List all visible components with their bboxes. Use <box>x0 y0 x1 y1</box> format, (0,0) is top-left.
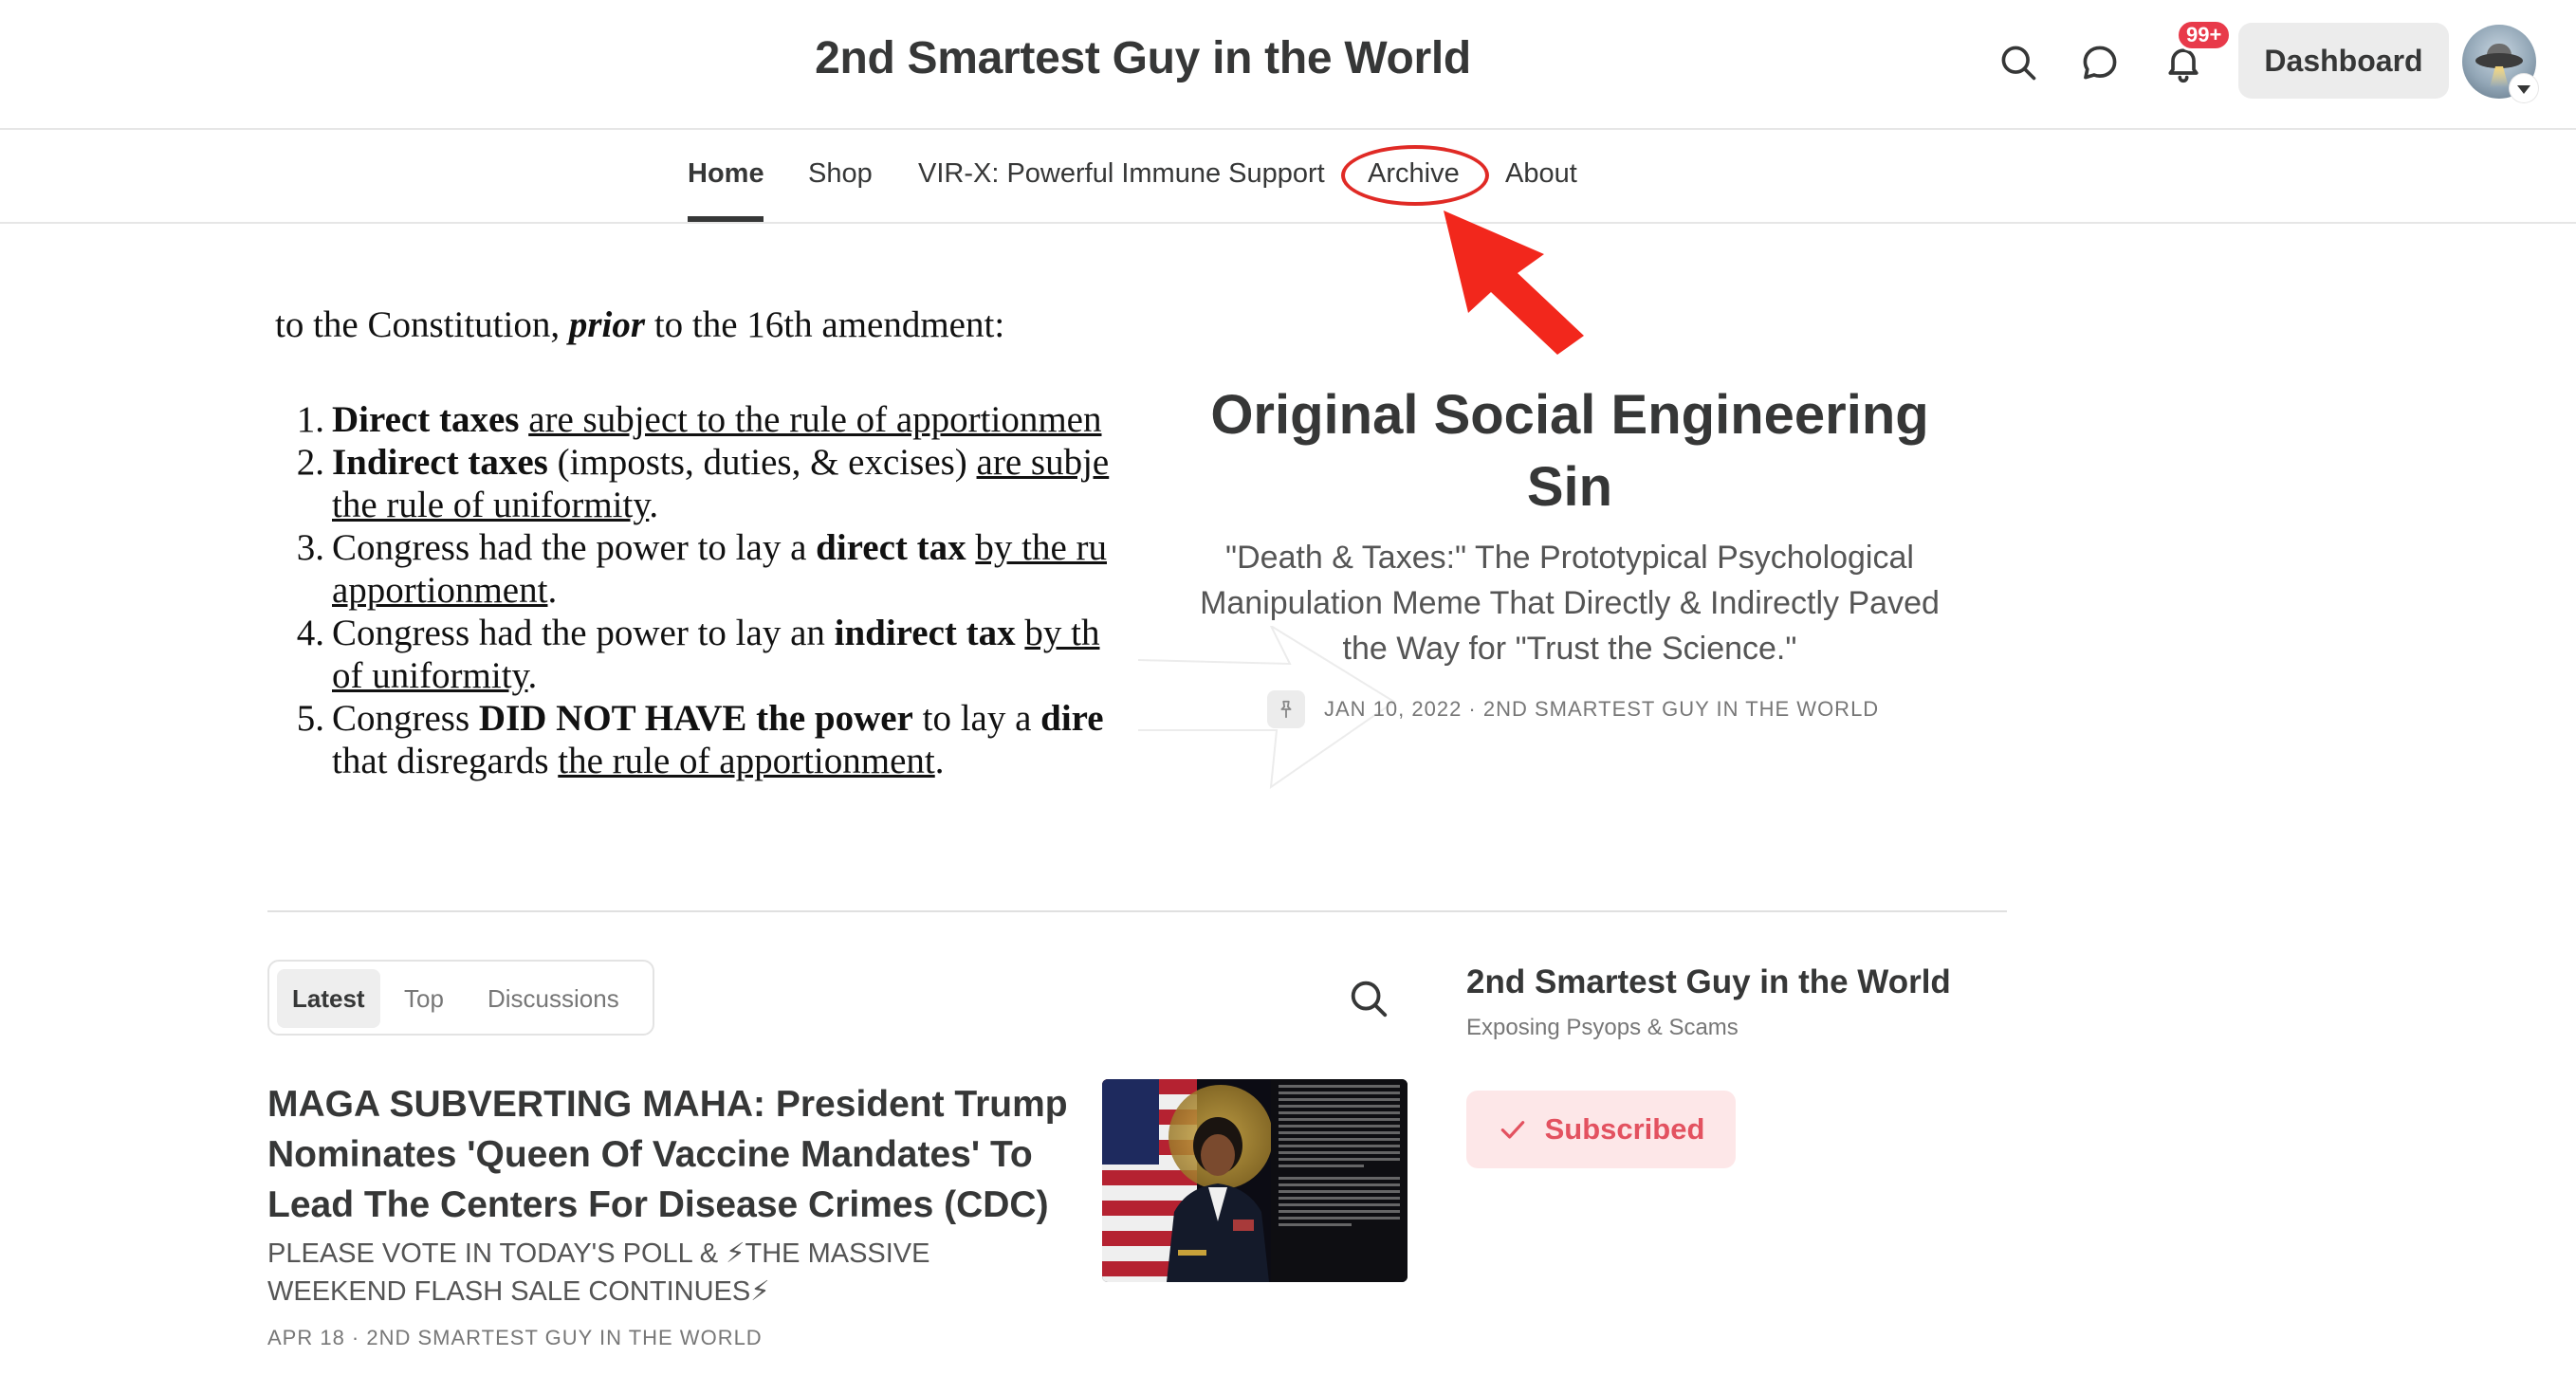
featured-image-item: 4. Congress had the power to lay an indir… <box>296 613 1100 696</box>
featured-post-meta: JAN 10, 2022 · 2ND SMARTEST GUY IN THE W… <box>1267 690 1879 728</box>
subscribed-label: Subscribed <box>1544 1112 1705 1146</box>
notification-badge: 99+ <box>2176 19 2233 51</box>
featured-image-list: 1. Direct taxes are subject to the rule o… <box>275 398 1157 782</box>
publication-nav: Home Shop VIR-X: Powerful Immune Support… <box>0 130 2576 224</box>
chat-bubble-icon[interactable] <box>2075 38 2125 87</box>
featured-image-item: 2. Indirect taxes (imposts, duties, & exc… <box>296 442 1110 525</box>
check-icon <box>1500 1121 1524 1139</box>
tab-discussions[interactable]: Discussions <box>488 969 619 1028</box>
post-subtitle: PLEASE VOTE IN TODAY'S POLL & ⚡THE MASSI… <box>267 1238 930 1307</box>
nav-shop[interactable]: Shop <box>808 158 873 190</box>
featured-image-item: 3. Congress had the power to lay a direct… <box>296 527 1107 611</box>
subscribed-button[interactable]: Subscribed <box>1466 1091 1736 1168</box>
tab-latest[interactable]: Latest <box>277 969 380 1028</box>
chevron-down-icon[interactable] <box>2510 74 2538 102</box>
featured-post-title[interactable]: Original Social Engineering Sin <box>1195 379 1944 523</box>
featured-image-item: 1. Direct taxes are subject to the rule o… <box>296 399 1102 440</box>
featured-post-subtitle: "Death & Taxes:" The Prototypical Psycho… <box>1200 540 1940 667</box>
active-tab-indicator <box>688 216 764 222</box>
search-icon[interactable] <box>1994 38 2043 87</box>
sidebar-tagline: Exposing Psyops & Scams <box>1466 1015 1739 1040</box>
dashboard-button[interactable]: Dashboard <box>2238 23 2449 99</box>
site-title[interactable]: 2nd Smartest Guy in the World <box>0 32 2286 84</box>
featured-post-date-author: JAN 10, 2022 · 2ND SMARTEST GUY IN THE W… <box>1324 697 1880 721</box>
pin-icon <box>1267 690 1305 728</box>
featured-image-item: 5. Congress DID NOT HAVE the power to lay… <box>296 698 1104 781</box>
search-posts-icon[interactable] <box>1347 977 1390 1020</box>
post-sort-tabs: Latest Top Discussions <box>267 960 654 1036</box>
thumbnail-text-panel <box>1271 1079 1408 1282</box>
post-thumbnail[interactable] <box>1102 1079 1408 1282</box>
post-title[interactable]: MAGA SUBVERTING MAHA: President Trump No… <box>267 1079 1074 1230</box>
nav-archive[interactable]: Archive <box>1368 158 1460 190</box>
nav-about[interactable]: About <box>1505 158 1577 190</box>
section-divider <box>267 910 2007 912</box>
person-figure-icon <box>1167 1117 1269 1282</box>
annotation-arrow-icon <box>1444 211 1584 355</box>
post-meta: APR 18 · 2ND SMARTEST GUY IN THE WORLD <box>267 1326 763 1349</box>
featured-image[interactable]: to the Constitution, prior to the 16th a… <box>266 284 1157 816</box>
nav-home[interactable]: Home <box>688 158 764 190</box>
nav-vir-x[interactable]: VIR-X: Powerful Immune Support <box>918 158 1325 190</box>
top-header: 2nd Smartest Guy in the World 99+ Dashbo… <box>0 0 2576 130</box>
tab-top[interactable]: Top <box>404 969 444 1028</box>
sidebar-publication-title[interactable]: 2nd Smartest Guy in the World <box>1466 963 1951 1001</box>
featured-image-intro: to the Constitution, prior to the 16th a… <box>275 304 1005 345</box>
